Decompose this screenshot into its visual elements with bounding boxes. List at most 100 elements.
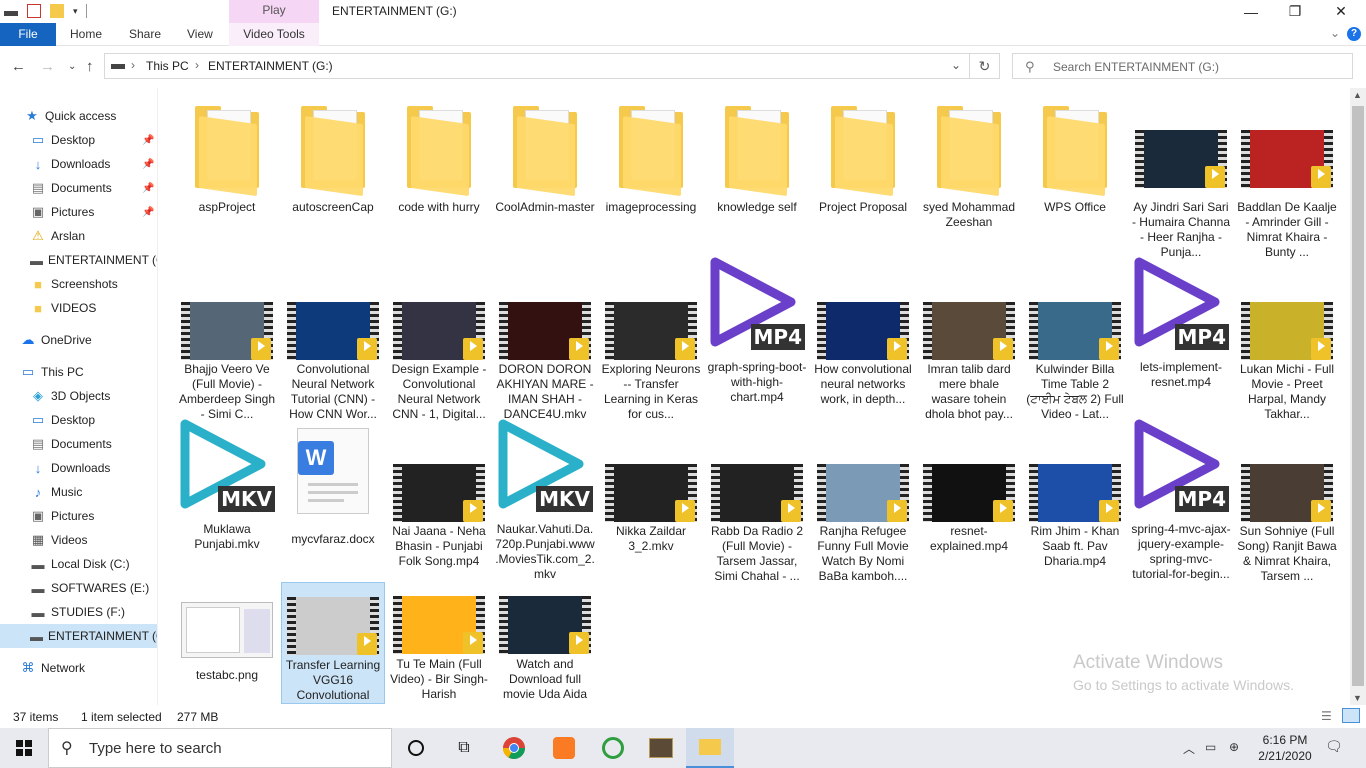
sidebar-item-3d-objects[interactable]: ◈ 3D Objects: [0, 384, 157, 408]
pin-icon[interactable]: 📌: [142, 183, 154, 194]
sidebar-item-entertainment-g[interactable]: ▬ ENTERTAINMENT (G: [0, 624, 157, 648]
sidebar-item-documents[interactable]: ▤ Documents 📌: [0, 176, 157, 200]
folder-item[interactable]: knowledge self: [705, 100, 809, 258]
file-item[interactable]: Nai Jaana - Neha Bhasin - Punjabi Folk S…: [387, 424, 491, 582]
sidebar-item-studies-f[interactable]: ▬ STUDIES (F:): [0, 600, 157, 624]
chrome-icon[interactable]: [490, 728, 538, 768]
search-input[interactable]: Search ENTERTAINMENT (G:): [1053, 60, 1219, 74]
sidebar-item-videos[interactable]: ■ VIDEOS: [0, 296, 157, 320]
scroll-up-icon[interactable]: ▲: [1353, 90, 1362, 100]
address-bar[interactable]: › This PC › ENTERTAINMENT (G:) ⌄: [104, 53, 970, 79]
file-item[interactable]: Exploring Neurons -- Transfer Learning i…: [599, 262, 703, 421]
scroll-down-icon[interactable]: ▼: [1353, 693, 1362, 703]
sidebar-item-entertainment-g[interactable]: ▬ ENTERTAINMENT (G: [0, 248, 157, 272]
sidebar-item-softwares-e[interactable]: ▬ SOFTWARES (E:): [0, 576, 157, 600]
folder-item[interactable]: imageprocessing: [599, 100, 703, 258]
green-app-icon[interactable]: [589, 728, 637, 768]
sidebar-item-pictures[interactable]: ▣ Pictures: [0, 504, 157, 528]
game-app-icon[interactable]: [637, 728, 685, 768]
sidebar-item-music[interactable]: ♪ Music: [0, 480, 157, 504]
sidebar-item-documents[interactable]: ▤ Documents: [0, 432, 157, 456]
file-item[interactable]: Wmycvfaraz.docx: [281, 424, 385, 582]
help-icon[interactable]: ?: [1347, 27, 1361, 41]
minimize-button[interactable]: —: [1228, 0, 1274, 23]
file-item[interactable]: Watch and Download full movie Uda Aida: [493, 582, 597, 704]
refresh-button[interactable]: ↻: [970, 53, 1000, 79]
pin-icon[interactable]: 📌: [142, 159, 154, 170]
file-item[interactable]: Ay Jindri Sari Sari - Humaira Channa - H…: [1129, 100, 1233, 259]
globe-icon[interactable]: ⊕: [1229, 740, 1239, 754]
file-item[interactable]: Ranjha Refugee Funny Full Movie Watch By…: [811, 424, 915, 583]
sidebar-item-screenshots[interactable]: ■ Screenshots: [0, 272, 157, 296]
new-folder-icon[interactable]: [50, 4, 64, 18]
file-item[interactable]: testabc.png: [175, 582, 279, 704]
sidebar-item-downloads[interactable]: ↓ Downloads: [0, 456, 157, 480]
vertical-scrollbar[interactable]: ▲ ▼: [1350, 88, 1366, 705]
sidebar-item-videos[interactable]: ▦ Videos: [0, 528, 157, 552]
file-item[interactable]: Imran talib dard mere bhale wasare tohei…: [917, 262, 1021, 421]
scrollbar-thumb[interactable]: [1352, 106, 1364, 686]
sidebar-item-arslan[interactable]: ⚠ Arslan: [0, 224, 157, 248]
sidebar-item-network[interactable]: ⌘ Network: [0, 656, 157, 680]
forward-button[interactable]: →: [40, 58, 55, 75]
file-item[interactable]: Design Example - Convolutional Neural Ne…: [387, 262, 491, 421]
taskbar-search[interactable]: ⚲ Type here to search: [48, 728, 392, 768]
sidebar-item-downloads[interactable]: ↓ Downloads 📌: [0, 152, 157, 176]
back-button[interactable]: ←: [11, 58, 26, 75]
sidebar-item-quick-access[interactable]: ★ Quick access: [0, 104, 157, 128]
show-hidden-icons-chevron-icon[interactable]: ︿: [1183, 740, 1195, 757]
file-item[interactable]: MP4 lets-implement-resnet.mp4: [1129, 257, 1233, 420]
breadcrumb-entertainment[interactable]: ENTERTAINMENT (G:): [208, 59, 333, 73]
file-item[interactable]: Tu Te Main (Full Video) - Bir Singh- Har…: [387, 582, 491, 704]
tab-share[interactable]: Share: [129, 23, 161, 46]
properties-icon[interactable]: [27, 4, 41, 18]
tab-file[interactable]: File: [0, 23, 56, 46]
cortana-icon[interactable]: [392, 728, 440, 768]
breadcrumb-this-pc[interactable]: This PC: [146, 59, 189, 73]
file-item[interactable]: Rim Jhim - Khan Saab ft. Pav Dharia.mp4: [1023, 424, 1127, 582]
file-item[interactable]: MP4 graph-spring-boot-with-high-chart.mp4: [705, 257, 809, 420]
start-button[interactable]: [0, 728, 48, 768]
file-item[interactable]: MKV Muklawa Punjabi.mkv: [175, 419, 279, 582]
file-item[interactable]: MKV Naukar.Vahuti.Da.720p.Punjabi.www.Mov…: [493, 419, 597, 582]
recent-locations-chevron-icon[interactable]: ⌄: [68, 61, 76, 72]
file-item[interactable]: Baddlan De Kaalje - Amrinder Gill - Nimr…: [1235, 100, 1339, 259]
sidebar-item-this-pc[interactable]: ▭ This PC: [0, 360, 157, 384]
file-item[interactable]: Nikka Zaildar 3_2.mkv: [599, 424, 703, 582]
file-item[interactable]: DORON DORON AKHIYAN MARE - IMAN SHAH - D…: [493, 262, 597, 421]
sidebar-item-desktop[interactable]: ▭ Desktop 📌: [0, 128, 157, 152]
tab-home[interactable]: Home: [70, 23, 102, 46]
file-item[interactable]: Sun Sohniye (Full Song) Ranjit Bawa & Ni…: [1235, 424, 1339, 583]
sidebar-item-pictures[interactable]: ▣ Pictures 📌: [0, 200, 157, 224]
search-box[interactable]: ⚲ Search ENTERTAINMENT (G:): [1012, 53, 1353, 79]
file-item[interactable]: Kulwinder Billa Time Table 2 (ਟਾਈਮ ਟੇਬਲ …: [1023, 262, 1127, 421]
customize-toolbar-icon[interactable]: ▾: [73, 6, 78, 17]
pin-icon[interactable]: 📌: [142, 135, 154, 146]
up-button[interactable]: ↑: [86, 58, 94, 75]
address-dropdown-icon[interactable]: ⌄: [951, 58, 961, 72]
file-item[interactable]: resnet-explained.mp4: [917, 424, 1021, 582]
folder-item[interactable]: autoscreenCap: [281, 100, 385, 258]
file-item[interactable]: Lukan Michi - Full Movie - Preet Harpal,…: [1235, 262, 1339, 421]
pane-divider[interactable]: [157, 88, 158, 705]
large-icons-view-icon[interactable]: [1342, 708, 1360, 723]
system-clock[interactable]: 6:16 PM 2/21/2020: [1255, 732, 1315, 764]
tab-view[interactable]: View: [187, 23, 213, 46]
drive-icon[interactable]: [4, 10, 18, 16]
sidebar-item-local-disk-c[interactable]: ▬ Local Disk (C:): [0, 552, 157, 576]
xampp-icon[interactable]: [540, 728, 588, 768]
folder-item[interactable]: code with hurry: [387, 100, 491, 258]
file-explorer-taskbar-icon[interactable]: [686, 728, 734, 768]
maximize-button[interactable]: ❐: [1272, 0, 1318, 23]
file-item[interactable]: Convolutional Neural Network Tutorial (C…: [281, 262, 385, 421]
sidebar-item-desktop[interactable]: ▭ Desktop: [0, 408, 157, 432]
folder-item[interactable]: aspProject: [175, 100, 279, 258]
close-button[interactable]: ✕: [1318, 0, 1364, 23]
folder-item[interactable]: CoolAdmin-master: [493, 100, 597, 258]
sidebar-item-onedrive[interactable]: ☁ OneDrive: [0, 328, 157, 352]
file-item[interactable]: How convolutional neural networks work, …: [811, 262, 915, 420]
expand-ribbon-icon[interactable]: ⌄: [1330, 26, 1340, 40]
tab-video-tools[interactable]: Video Tools: [229, 23, 319, 46]
folder-item[interactable]: Project Proposal: [811, 100, 915, 258]
folder-item[interactable]: syed Mohammad Zeeshan: [917, 100, 1021, 258]
